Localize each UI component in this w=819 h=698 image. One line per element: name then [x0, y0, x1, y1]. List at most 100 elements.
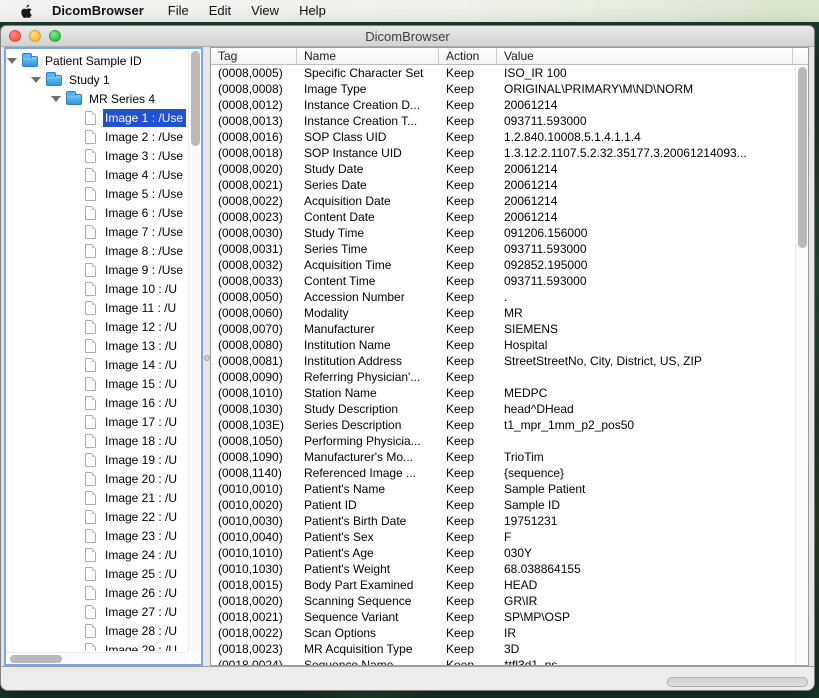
tree-item-image[interactable]: Image 27 : /U [6, 602, 187, 621]
table-row[interactable]: (0008,0020)Study DateKeep20061214 [211, 161, 793, 177]
table-row[interactable]: (0008,103E)Series DescriptionKeept1_mpr_… [211, 417, 793, 433]
table-row[interactable]: (0008,0023)Content DateKeep20061214 [211, 209, 793, 225]
column-header-value[interactable]: Value [497, 48, 793, 64]
tree-item-image[interactable]: Image 11 : /U [6, 298, 187, 317]
table-row[interactable]: (0008,1140)Referenced Image ...Keep{sequ… [211, 465, 793, 481]
tree-vertical-scrollbar[interactable] [188, 49, 201, 652]
table-body: (0008,0005)Specific Character SetKeepISO… [211, 65, 793, 665]
tree-item-image[interactable]: Image 16 : /U [6, 393, 187, 412]
zoom-button[interactable] [49, 30, 61, 42]
tree-item-image[interactable]: Image 12 : /U [6, 317, 187, 336]
tree-item-image[interactable]: Image 3 : /Use [6, 146, 187, 165]
cell-value: 20061214 [497, 209, 793, 225]
table-row[interactable]: (0018,0024)Sequence NameKeep*tfl3d1_ns [211, 657, 793, 665]
table-row[interactable]: (0008,1010)Station NameKeepMEDPC [211, 385, 793, 401]
tree-horizontal-scrollbar-thumb[interactable] [10, 655, 62, 663]
column-header-action[interactable]: Action [439, 48, 497, 64]
table-row[interactable]: (0010,1010)Patient's AgeKeep030Y [211, 545, 793, 561]
tree-item-image[interactable]: Image 15 : /U [6, 374, 187, 393]
apple-menu[interactable] [12, 0, 42, 22]
table-row[interactable]: (0008,0005)Specific Character SetKeepISO… [211, 65, 793, 81]
table-row[interactable]: (0010,0020)Patient IDKeepSample ID [211, 497, 793, 513]
table-row[interactable]: (0008,1030)Study DescriptionKeephead^DHe… [211, 401, 793, 417]
table-row[interactable]: (0008,0070)ManufacturerKeepSIEMENS [211, 321, 793, 337]
cell-value: 093711.593000 [497, 241, 793, 257]
column-header-name[interactable]: Name [297, 48, 439, 64]
table-row[interactable]: (0008,0031)Series TimeKeep093711.593000 [211, 241, 793, 257]
app-menu-dicombrowser[interactable]: DicomBrowser [42, 0, 158, 22]
table-row[interactable]: (0010,1030)Patient's WeightKeep68.038864… [211, 561, 793, 577]
table-row[interactable]: (0018,0022)Scan OptionsKeepIR [211, 625, 793, 641]
table-row[interactable]: (0008,1090)Manufacturer's Mo...KeepTrioT… [211, 449, 793, 465]
disclosure-triangle-icon[interactable] [7, 58, 17, 64]
tree-item-image[interactable]: Image 5 : /Use [6, 184, 187, 203]
table-row[interactable]: (0008,0060)ModalityKeepMR [211, 305, 793, 321]
table-row[interactable]: (0008,0033)Content TimeKeep093711.593000 [211, 273, 793, 289]
tree-item-image[interactable]: Image 17 : /U [6, 412, 187, 431]
tree-vertical-scrollbar-thumb[interactable] [191, 51, 200, 146]
tree-item-image[interactable]: Image 14 : /U [6, 355, 187, 374]
menu-view[interactable]: View [241, 0, 289, 22]
tree-item-image[interactable]: Image 19 : /U [6, 450, 187, 469]
menu-edit[interactable]: Edit [199, 0, 241, 22]
tree-item-image[interactable]: Image 26 : /U [6, 583, 187, 602]
table-row[interactable]: (0008,0022)Acquisition DateKeep20061214 [211, 193, 793, 209]
table-vertical-scrollbar[interactable] [795, 65, 808, 665]
table-row[interactable]: (0010,0030)Patient's Birth DateKeep19751… [211, 513, 793, 529]
table-vertical-scrollbar-thumb[interactable] [798, 67, 807, 248]
menu-help[interactable]: Help [289, 0, 336, 22]
tree-item-image[interactable]: Image 7 : /Use [6, 222, 187, 241]
table-row[interactable]: (0008,0021)Series DateKeep20061214 [211, 177, 793, 193]
table-row[interactable]: (0008,0081)Institution AddressKeepStreet… [211, 353, 793, 369]
tree-item-image[interactable]: Image 9 : /Use [6, 260, 187, 279]
table-row[interactable]: (0010,0010)Patient's NameKeepSample Pati… [211, 481, 793, 497]
disclosure-triangle-icon[interactable] [31, 77, 41, 83]
table-row[interactable]: (0008,0032)Acquisition TimeKeep092852.19… [211, 257, 793, 273]
tree-item-image[interactable]: Image 10 : /U [6, 279, 187, 298]
tree-item-image[interactable]: Image 28 : /U [6, 621, 187, 640]
tree-item-image[interactable]: Image 8 : /Use [6, 241, 187, 260]
tree-item-patient[interactable]: Patient Sample ID [6, 51, 187, 70]
tree-item-image[interactable]: Image 2 : /Use [6, 127, 187, 146]
tree-item-study[interactable]: Study 1 [6, 70, 187, 89]
document-icon [85, 586, 96, 600]
document-icon [85, 510, 96, 524]
tree-item-image[interactable]: Image 25 : /U [6, 564, 187, 583]
tree-item-image[interactable]: Image 29 : /U [6, 640, 187, 651]
tree-item-image[interactable]: Image 21 : /U [6, 488, 187, 507]
tree-item-image[interactable]: Image 1 : /Use [6, 108, 187, 127]
tree-item-image[interactable]: Image 23 : /U [6, 526, 187, 545]
tree-item-image[interactable]: Image 13 : /U [6, 336, 187, 355]
table-row[interactable]: (0018,0015)Body Part ExaminedKeepHEAD [211, 577, 793, 593]
close-button[interactable] [9, 30, 21, 42]
table-row[interactable]: (0008,0030)Study TimeKeep091206.156000 [211, 225, 793, 241]
tree-item-image[interactable]: Image 24 : /U [6, 545, 187, 564]
tree-item-image[interactable]: Image 22 : /U [6, 507, 187, 526]
tree-item-series[interactable]: MR Series 4 [6, 89, 187, 108]
table-row[interactable]: (0008,0018)SOP Instance UIDKeep1.3.12.2.… [211, 145, 793, 161]
table-row[interactable]: (0008,0080)Institution NameKeepHospital [211, 337, 793, 353]
table-row[interactable]: (0008,0016)SOP Class UIDKeep1.2.840.1000… [211, 129, 793, 145]
tree-item-image[interactable]: Image 20 : /U [6, 469, 187, 488]
table-row[interactable]: (0008,0090)Referring Physician'...Keep [211, 369, 793, 385]
cell-tag: (0018,0024) [211, 657, 297, 665]
table-row[interactable]: (0008,0013)Instance Creation T...Keep093… [211, 113, 793, 129]
tree-horizontal-scrollbar[interactable] [6, 652, 187, 664]
table-row[interactable]: (0008,0012)Instance Creation D...Keep200… [211, 97, 793, 113]
column-header-tag[interactable]: Tag [211, 48, 297, 64]
window-titlebar[interactable]: DicomBrowser [1, 26, 814, 47]
tree-item-image[interactable]: Image 18 : /U [6, 431, 187, 450]
table-row[interactable]: (0008,0050)Accession NumberKeep. [211, 289, 793, 305]
table-row[interactable]: (0010,0040)Patient's SexKeepF [211, 529, 793, 545]
table-row[interactable]: (0008,0008)Image TypeKeepORIGINAL\PRIMAR… [211, 81, 793, 97]
minimize-button[interactable] [29, 30, 41, 42]
menu-file[interactable]: File [158, 0, 199, 22]
split-pane-divider[interactable] [203, 47, 210, 666]
table-row[interactable]: (0018,0020)Scanning SequenceKeepGR\IR [211, 593, 793, 609]
table-row[interactable]: (0018,0021)Sequence VariantKeepSP\MP\OSP [211, 609, 793, 625]
tree-item-image[interactable]: Image 4 : /Use [6, 165, 187, 184]
disclosure-triangle-icon[interactable] [51, 96, 61, 102]
table-row[interactable]: (0018,0023)MR Acquisition TypeKeep3D [211, 641, 793, 657]
table-row[interactable]: (0008,1050)Performing Physicia...Keep [211, 433, 793, 449]
tree-item-image[interactable]: Image 6 : /Use [6, 203, 187, 222]
